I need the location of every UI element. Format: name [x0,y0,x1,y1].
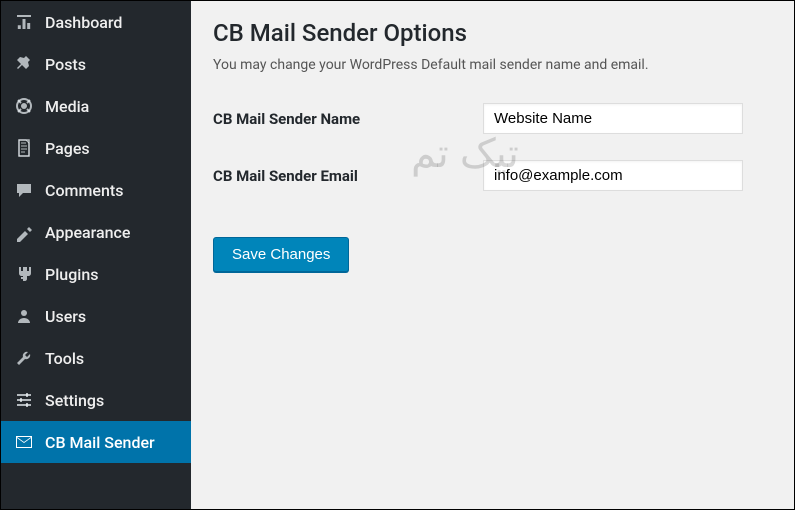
sender-name-label: CB Mail Sender Name [213,110,483,128]
sidebar-item-posts[interactable]: Posts [1,43,191,85]
sidebar-item-label: Plugins [45,265,98,284]
save-button[interactable]: Save Changes [213,237,349,272]
sidebar-item-plugins[interactable]: Plugins [1,253,191,295]
pages-icon [13,137,35,159]
sidebar-item-tools[interactable]: Tools [1,337,191,379]
sidebar-item-appearance[interactable]: Appearance [1,211,191,253]
mail-icon [13,431,35,453]
comments-icon [13,179,35,201]
sidebar-item-media[interactable]: Media [1,85,191,127]
settings-icon [13,389,35,411]
plugins-icon [13,263,35,285]
sidebar-item-users[interactable]: Users [1,295,191,337]
sender-email-row: CB Mail Sender Email [213,160,772,191]
sidebar-item-label: Posts [45,55,86,74]
sender-name-input[interactable] [483,103,743,134]
main-content: CB Mail Sender Options You may change yo… [191,1,794,509]
sidebar-item-pages[interactable]: Pages [1,127,191,169]
sidebar-item-comments[interactable]: Comments [1,169,191,211]
sidebar-item-label: Media [45,97,89,116]
tools-icon [13,347,35,369]
sidebar-item-label: CB Mail Sender [45,433,155,452]
sender-email-label: CB Mail Sender Email [213,167,483,185]
sidebar-item-label: Tools [45,349,84,368]
sender-email-input[interactable] [483,160,743,191]
page-title: CB Mail Sender Options [213,19,772,47]
media-icon [13,95,35,117]
admin-sidebar: Dashboard Posts Media Pages Comments App… [1,1,191,509]
pin-icon [13,53,35,75]
dashboard-icon [13,11,35,33]
sidebar-item-label: Users [45,307,86,326]
sidebar-item-label: Settings [45,391,104,410]
sidebar-item-label: Dashboard [45,13,122,32]
sidebar-item-label: Comments [45,181,123,200]
sidebar-item-label: Pages [45,139,90,158]
sidebar-item-settings[interactable]: Settings [1,379,191,421]
sidebar-item-dashboard[interactable]: Dashboard [1,1,191,43]
appearance-icon [13,221,35,243]
sidebar-item-label: Appearance [45,223,130,242]
sidebar-item-cb-mail-sender[interactable]: CB Mail Sender [1,421,191,463]
sender-name-row: CB Mail Sender Name [213,103,772,134]
users-icon [13,305,35,327]
page-description: You may change your WordPress Default ma… [213,57,772,73]
